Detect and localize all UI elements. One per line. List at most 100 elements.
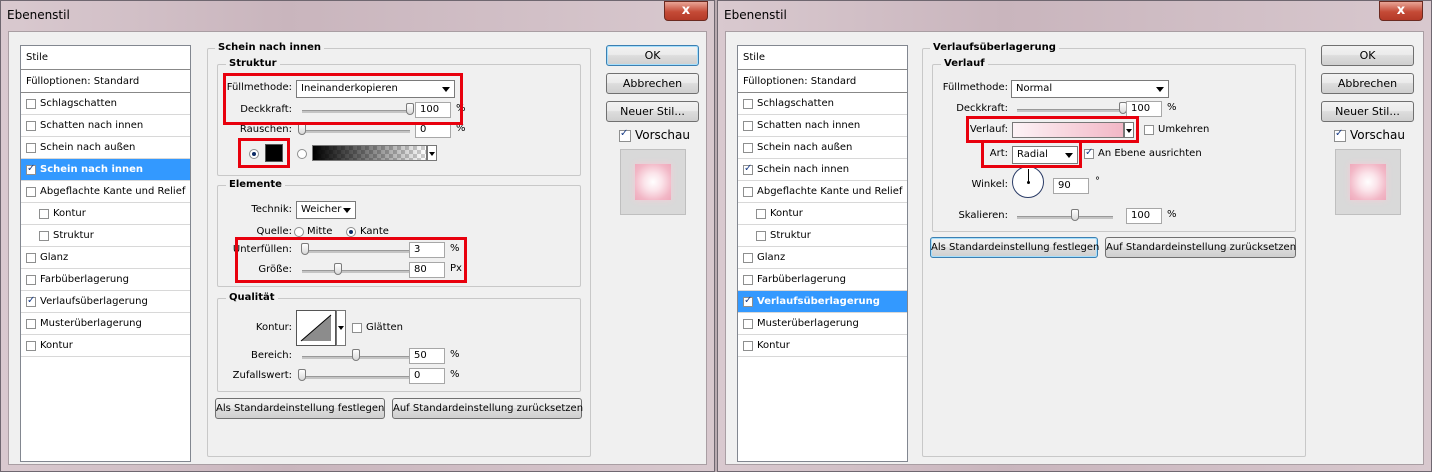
style-item[interactable]: Musterüberlagerung — [21, 313, 190, 335]
style-item[interactable]: Glanz — [21, 247, 190, 269]
smooth-checkbox[interactable] — [352, 323, 362, 333]
style-item-label: Schein nach außen — [757, 142, 853, 153]
blending-options[interactable]: Fülloptionen: Standard — [738, 70, 907, 93]
style-item[interactable]: Schatten nach innen — [738, 115, 907, 137]
preview-label: Vorschau — [635, 128, 690, 142]
style-item[interactable]: Kontur — [738, 203, 907, 225]
ok-button[interactable]: OK — [606, 45, 699, 66]
style-item[interactable]: Abgeflachte Kante und Relief — [738, 181, 907, 203]
style-item-checkbox[interactable] — [26, 318, 36, 329]
gradient-dropdown[interactable] — [427, 145, 437, 161]
style-item-checkbox[interactable] — [743, 295, 753, 307]
style-item[interactable]: Verlaufsüberlagerung — [738, 291, 907, 313]
style-item-checkbox[interactable] — [26, 252, 36, 263]
style-item[interactable]: Farbüberlagerung — [738, 269, 907, 291]
styles-list: Stile Fülloptionen: Standard Schlagschat… — [20, 45, 191, 462]
jitter-slider-thumb[interactable] — [298, 369, 306, 381]
scale-unit: % — [1167, 209, 1177, 220]
close-button[interactable]: x — [664, 1, 708, 21]
angle-dial[interactable] — [1012, 166, 1044, 198]
style-item-checkbox[interactable] — [756, 208, 766, 219]
new-style-button[interactable]: Neuer Stil... — [1321, 101, 1414, 122]
style-item-checkbox[interactable] — [743, 142, 753, 153]
align-checkbox[interactable] — [1084, 147, 1094, 159]
preview-checkbox[interactable] — [619, 128, 631, 142]
style-item-label: Kontur — [53, 208, 86, 219]
style-item[interactable]: Kontur — [21, 335, 190, 357]
ok-button[interactable]: OK — [1321, 45, 1414, 66]
new-style-button[interactable]: Neuer Stil... — [606, 101, 699, 122]
style-item-checkbox[interactable] — [743, 340, 753, 351]
styles-header[interactable]: Stile — [738, 46, 907, 70]
gradient-radio[interactable] — [297, 149, 307, 159]
style-item-checkbox[interactable] — [39, 230, 49, 241]
style-item-checkbox[interactable] — [743, 252, 753, 263]
contour-dropdown[interactable] — [336, 310, 346, 346]
jitter-input[interactable]: 0 — [409, 368, 445, 384]
reverse-checkbox[interactable] — [1144, 125, 1154, 135]
style-item-checkbox[interactable] — [26, 163, 36, 175]
style-item[interactable]: Schein nach außen — [738, 137, 907, 159]
range-slider-thumb[interactable] — [352, 349, 360, 361]
style-item-checkbox[interactable] — [26, 295, 36, 307]
style-item[interactable]: Verlaufsüberlagerung — [21, 291, 190, 313]
style-item[interactable]: Struktur — [738, 225, 907, 247]
style-item-checkbox[interactable] — [26, 274, 36, 285]
style-item[interactable]: Kontur — [738, 335, 907, 357]
blending-options[interactable]: Fülloptionen: Standard — [21, 70, 190, 93]
style-item-checkbox[interactable] — [743, 186, 753, 197]
scale-slider-track[interactable] — [1017, 216, 1113, 219]
style-item[interactable]: Kontur — [21, 203, 190, 225]
style-item-checkbox[interactable] — [26, 120, 36, 131]
contour-picker[interactable] — [296, 310, 336, 346]
reset-default-button[interactable]: Auf Standardeinstellung zurücksetzen — [392, 398, 583, 419]
cancel-button[interactable]: Abbrechen — [606, 73, 699, 94]
technique-select[interactable]: Weicher — [296, 201, 356, 219]
style-item-label: Farbüberlagerung — [757, 274, 846, 285]
style-item-checkbox[interactable] — [39, 208, 49, 219]
gradient-picker[interactable] — [312, 145, 427, 161]
style-item-checkbox[interactable] — [26, 98, 36, 109]
cancel-button[interactable]: Abbrechen — [1321, 73, 1414, 94]
style-item-checkbox[interactable] — [26, 142, 36, 153]
chevron-down-icon — [338, 326, 344, 330]
style-item[interactable]: Schein nach außen — [21, 137, 190, 159]
style-item[interactable]: Schein nach innen — [738, 159, 907, 181]
noise-slider-track[interactable] — [302, 130, 410, 133]
titlebar[interactable]: Ebenenstil x — [718, 1, 1431, 30]
style-item[interactable]: Abgeflachte Kante und Relief — [21, 181, 190, 203]
source-center-radio[interactable] — [294, 227, 304, 237]
source-edge-radio[interactable] — [346, 227, 356, 237]
scale-slider-thumb[interactable] — [1070, 209, 1079, 221]
style-item[interactable]: Schein nach innen — [21, 159, 190, 181]
make-default-button[interactable]: Als Standardeinstellung festlegen — [215, 398, 385, 419]
range-input[interactable]: 50 — [409, 348, 445, 364]
scale-input[interactable]: 100 — [1126, 208, 1162, 224]
angle-input[interactable]: 90 — [1053, 178, 1089, 194]
style-item[interactable]: Farbüberlagerung — [21, 269, 190, 291]
style-item-checkbox[interactable] — [743, 318, 753, 329]
style-item[interactable]: Struktur — [21, 225, 190, 247]
opacity-slider-track[interactable] — [1017, 109, 1123, 112]
style-item-checkbox[interactable] — [743, 120, 753, 131]
style-item[interactable]: Glanz — [738, 247, 907, 269]
make-default-button[interactable]: Als Standardeinstellung festlegen — [930, 237, 1099, 258]
style-item-checkbox[interactable] — [26, 340, 36, 351]
style-item[interactable]: Musterüberlagerung — [738, 313, 907, 335]
opacity-input[interactable]: 100 — [1126, 101, 1162, 117]
style-item[interactable]: Schlagschatten — [21, 93, 190, 115]
titlebar[interactable]: Ebenenstil x — [1, 1, 714, 30]
style-item-checkbox[interactable] — [756, 230, 766, 241]
style-item-checkbox[interactable] — [26, 186, 36, 197]
style-item-checkbox[interactable] — [743, 274, 753, 285]
style-item[interactable]: Schlagschatten — [738, 93, 907, 115]
styles-header[interactable]: Stile — [21, 46, 190, 70]
blend-mode-select[interactable]: Normal — [1011, 80, 1169, 98]
style-item-checkbox[interactable] — [743, 98, 753, 109]
close-button[interactable]: x — [1379, 1, 1423, 21]
style-item[interactable]: Schatten nach innen — [21, 115, 190, 137]
preview-checkbox[interactable] — [1334, 128, 1346, 142]
reset-default-button[interactable]: Auf Standardeinstellung zurücksetzen — [1105, 237, 1296, 258]
style-item-checkbox[interactable] — [743, 163, 753, 175]
jitter-slider-track[interactable] — [302, 376, 410, 379]
